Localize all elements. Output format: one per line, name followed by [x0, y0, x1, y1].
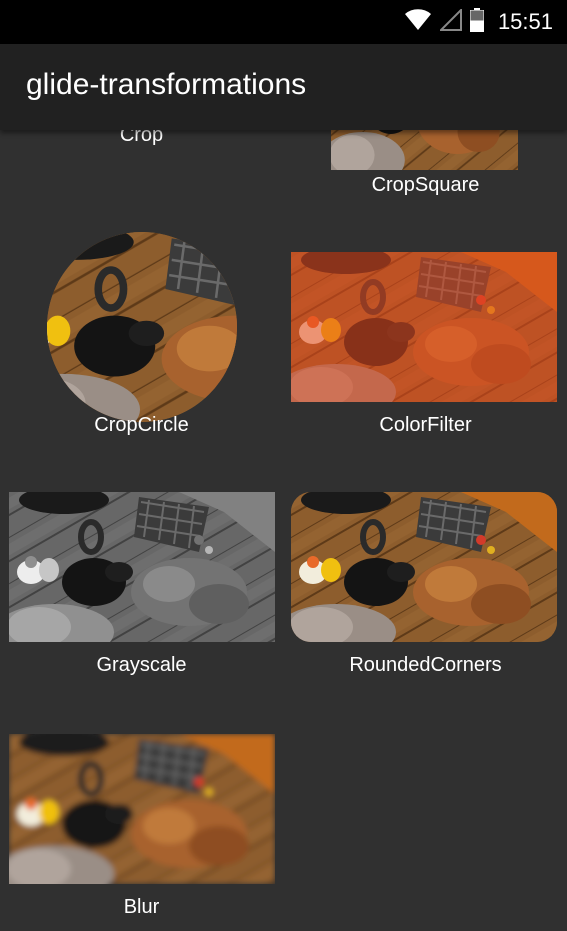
- status-bar: 15:51: [0, 0, 567, 44]
- status-icons: 15:51: [404, 0, 553, 44]
- grid-item-cropsquare[interactable]: CropSquare: [284, 130, 567, 200]
- grid-item-grayscale[interactable]: Grayscale: [0, 470, 283, 685]
- grayscale-thumbnail: [9, 492, 275, 642]
- roundedcorners-thumbnail: [291, 492, 557, 642]
- transformation-grid[interactable]: Crop CropSquare CropCircle ColorFilter G…: [0, 130, 567, 931]
- grid-item-label: ColorFilter: [379, 414, 472, 436]
- grid-item-cropcircle[interactable]: CropCircle: [0, 230, 283, 445]
- grid-item-label: RoundedCorners: [349, 654, 502, 676]
- app-screen: 15:51 glide-transformations Crop CropSqu…: [0, 0, 567, 931]
- battery-icon: [469, 7, 484, 37]
- grid-item-label: Blur: [123, 896, 160, 918]
- grid-item-colorfilter[interactable]: ColorFilter: [284, 230, 567, 445]
- grid-item-crop[interactable]: Crop: [0, 130, 283, 180]
- grid-item-blur[interactable]: Blur: [0, 712, 283, 927]
- colorfilter-thumbnail: [291, 252, 557, 402]
- status-clock: 15:51: [497, 9, 553, 34]
- app-title: glide-transformations: [26, 68, 307, 101]
- grid-item-label: Grayscale: [96, 654, 187, 676]
- grid-item-label: CropCircle: [94, 414, 189, 436]
- grid-item-roundedcorners[interactable]: RoundedCorners: [284, 470, 567, 685]
- grid-item-label: Crop: [119, 130, 164, 146]
- cropcircle-thumbnail: [47, 232, 237, 422]
- cell-signal-icon: [438, 7, 462, 36]
- blur-thumbnail: [9, 734, 275, 884]
- app-bar: glide-transformations: [0, 44, 567, 130]
- wifi-icon: [404, 8, 432, 36]
- cropsquare-thumbnail: [331, 130, 518, 170]
- grid-item-label: CropSquare: [371, 174, 480, 196]
